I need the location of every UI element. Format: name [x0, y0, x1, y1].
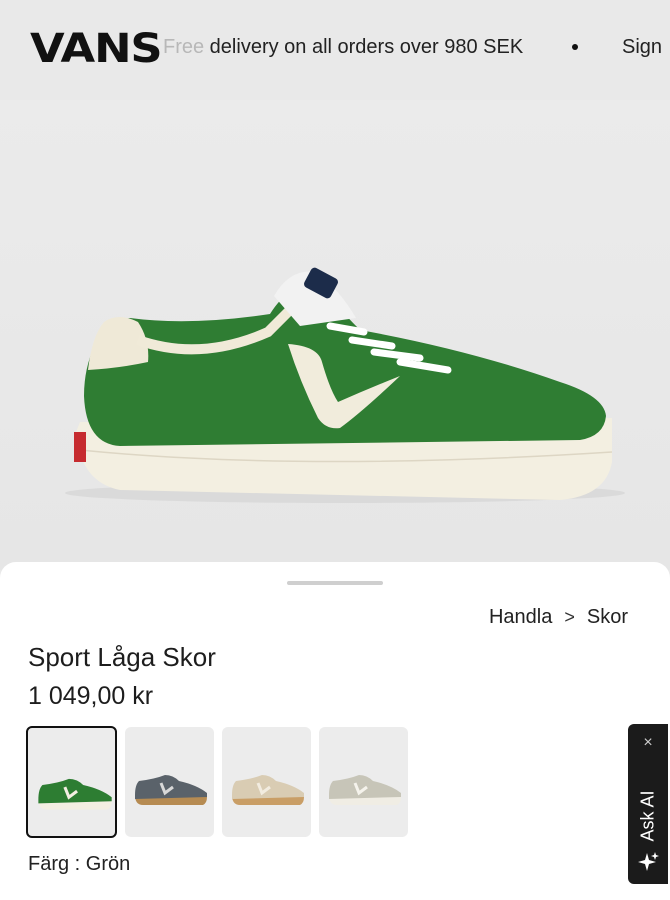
promo-text: delivery on all orders over 980 SEK — [204, 36, 524, 58]
swatch-grey[interactable] — [125, 727, 214, 837]
sign-in-link[interactable]: Sign — [622, 36, 662, 59]
ask-ai-label: Ask AI — [637, 790, 658, 842]
breadcrumb-skor[interactable]: Skor — [587, 606, 628, 629]
promo-text-faded: Free — [163, 36, 205, 58]
product-hero-image[interactable] — [0, 100, 670, 570]
shoe-illustration — [65, 267, 625, 503]
light-grey-shoe-thumbnail — [329, 775, 401, 805]
breadcrumb: Handla > Skor — [489, 606, 628, 629]
green-shoe-thumbnail — [38, 778, 112, 810]
product-price: 1 049,00 kr — [28, 682, 154, 710]
product-info-sheet: Handla > Skor Sport Låga Skor 1 049,00 k… — [0, 562, 670, 900]
color-name-label: Färg : Grön — [28, 853, 131, 875]
swatch-green[interactable] — [26, 726, 117, 838]
grey-shoe-thumbnail — [135, 775, 207, 805]
color-swatches — [26, 726, 408, 838]
close-icon[interactable]: × — [628, 734, 668, 752]
site-header: VANS Free delivery on all orders over 98… — [0, 0, 670, 100]
swatch-light-grey[interactable] — [319, 727, 408, 837]
breadcrumb-handla[interactable]: Handla — [489, 606, 552, 629]
vans-logo[interactable]: VANS — [30, 26, 163, 72]
bullet-separator — [572, 44, 578, 50]
sparkle-icon — [638, 852, 659, 871]
beige-shoe-thumbnail — [232, 775, 304, 805]
sheet-drag-handle[interactable] — [287, 581, 383, 585]
swatch-beige[interactable] — [222, 727, 311, 837]
ask-ai-tab[interactable]: × Ask AI — [628, 724, 668, 884]
promo-banner: Free delivery on all orders over 980 SEK — [163, 36, 523, 59]
product-title: Sport Låga Skor — [28, 642, 216, 672]
chevron-right-icon: > — [564, 607, 575, 627]
